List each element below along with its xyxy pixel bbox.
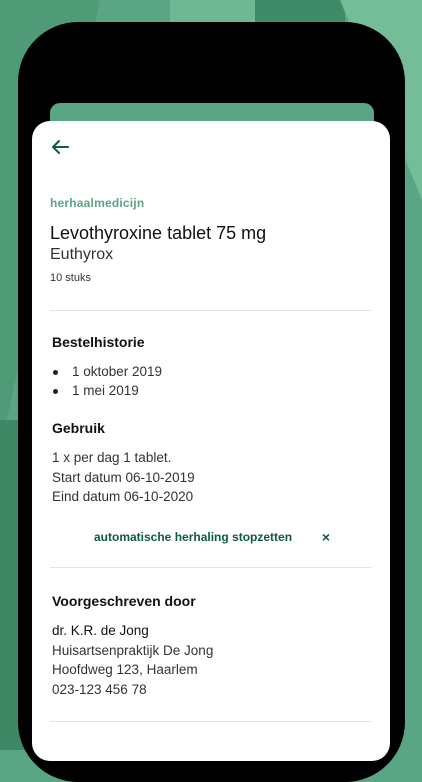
order-history-title: Bestelhistorie [52,334,145,350]
usage-start-date: Start datum 06-10-2019 [52,469,195,485]
divider [50,567,372,568]
usage-dosage: 1 x per dag 1 tablet. [52,450,172,465]
list-item: 1 mei 2019 [52,381,162,400]
category-label: herhaalmedicijn [50,196,145,210]
medication-quantity: 10 stuks [50,272,91,284]
close-icon[interactable]: × [322,530,330,544]
usage-end-date: Eind datum 06-10-2020 [52,489,194,504]
prescriber-title: Voorgeschreven door [52,593,196,609]
list-item: 1 oktober 2019 [52,362,162,381]
order-history-list: 1 oktober 2019 1 mei 2019 [52,362,162,400]
usage-details: 1 x per dag 1 tablet. Start datum 06-10-… [52,448,195,507]
prescriber-practice: Huisartsenpraktijk De Jong [52,642,214,658]
divider [50,721,372,722]
medication-name: Levothyroxine tablet 75 mg [50,223,267,243]
stop-repeat-row: automatische herhaling stopzetten × [94,526,330,548]
prescriber-details: dr. K.R. de Jong Huisartsenpraktijk De J… [52,621,213,699]
medication-brand: Euthyrox [50,246,114,263]
arrow-left-icon [51,139,69,160]
prescriber-address: Hoofdweg 123, Haarlem [52,662,198,677]
medication-detail-card: herhaalmedicijn Levothyroxine tablet 75 … [32,121,390,761]
back-button[interactable] [48,137,72,161]
prescriber-phone[interactable]: 023-123 456 78 [52,680,213,700]
usage-title: Gebruik [52,420,105,436]
stop-repeat-link[interactable]: automatische herhaling stopzetten [94,530,292,544]
prescriber-name: dr. K.R. de Jong [52,623,149,638]
divider [50,310,372,311]
